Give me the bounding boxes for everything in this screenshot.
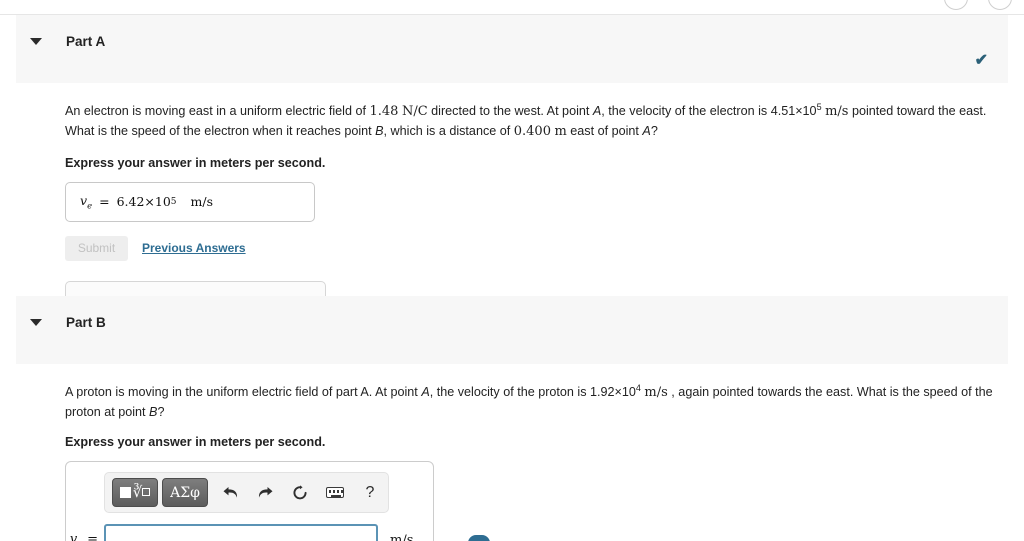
part-b-answer-input[interactable] [104,524,378,541]
part-b-question-text: A proton is moving in the uniform electr… [65,382,1017,421]
qa-field-unit: N/C [401,104,428,120]
help-question-icon[interactable]: ? [357,480,383,506]
qa-velocity-unit: m/s [825,104,849,120]
prev-circle-button[interactable] [944,0,968,10]
qa-field-value: 1.48 [369,104,399,120]
redo-arrow-icon[interactable] [252,480,278,506]
qb-lead: A proton is moving in the uniform electr… [65,385,422,400]
part-b-unit-label: m/s [390,533,414,541]
qa-distance-value: 0.400 [513,124,551,140]
qa-tail: east of point [566,124,643,139]
part-a-answer-exponent: 5 [170,196,177,207]
qb-velocity-mantissa: 1.92×10 [590,385,636,400]
part-b-body: A proton is moving in the uniform electr… [16,382,1008,541]
part-a-header[interactable]: Part A [16,15,1008,67]
qa-velocity-mantissa: 4.51×10 [770,104,817,119]
qb-velocity-exponent: 4 [635,383,641,393]
part-a-answer-field[interactable]: ve = 6.42×10 5 m/s [65,181,315,222]
part-a-question-text: An electron is moving east in a uniform … [65,101,1017,142]
part-b-answer-widget: ∛ ΑΣφ ? v = m/s [65,461,434,541]
math-template-icon[interactable]: ∛ [112,478,158,508]
math-toolbar: ∛ ΑΣφ ? [104,472,389,514]
part-a-answer-equals: = [99,194,110,210]
nth-root-glyph: ∛ [133,485,151,500]
qa-point-a2: A [642,124,651,139]
qa-mid2: , the velocity of the electron is [601,104,771,119]
greek-symbols-icon[interactable]: ΑΣφ [162,478,208,508]
part-a-body: An electron is moving east in a uniform … [16,101,1008,322]
part-a-section: Part A ✔ An electron is moving east in a… [16,15,1008,322]
part-a-answer-unit: m/s [190,194,214,210]
next-circle-button[interactable] [988,0,1012,10]
part-b-header-band [16,348,1008,364]
bottom-submit-button-cutoff[interactable] [468,535,490,541]
undo-arrow-icon[interactable] [217,480,243,506]
problem-page: Part A ✔ An electron is moving east in a… [0,0,1024,541]
qa-lead: An electron is moving east in a uniform … [65,104,370,119]
part-a-button-row: Submit Previous Answers [65,235,1008,261]
part-a-header-band [16,67,1008,83]
qa-mid1: directed to the west. At point [427,104,593,119]
keyboard-icon[interactable] [322,480,348,506]
part-b-title: Part B [66,314,106,330]
part-a-status-badge: ✔ [974,52,988,69]
qb-velocity-unit: m/s [644,385,668,401]
qa-velocity-exponent: 5 [816,102,822,112]
part-a-answer-variable: ve [80,192,93,212]
part-a-instruction: Express your answer in meters per second… [65,155,326,170]
qa-distance-unit: m [554,124,567,140]
qb-end: ? [157,405,165,420]
chevron-down-icon[interactable] [30,318,42,326]
part-b-instruction: Express your answer in meters per second… [65,435,326,450]
qa-mid4: , which is a distance of [383,124,514,139]
top-right-controls [944,0,1012,10]
part-a-answer-mantissa: 6.42×10 [116,194,171,210]
reset-circular-arrow-icon[interactable] [287,480,313,506]
greek-symbols-label: ΑΣφ [170,484,200,501]
submit-button[interactable]: Submit [65,235,128,261]
filled-square-glyph [119,487,131,499]
qa-end: ? [650,124,658,139]
help-label: ? [365,483,375,501]
part-a-title: Part A [66,33,106,49]
part-b-input-row: vp = m/s [66,524,435,541]
qb-point-a: A [421,385,430,400]
part-b-section: Part B A proton is moving in the uniform… [16,296,1008,541]
chevron-down-icon[interactable] [30,37,42,45]
qa-point-b: B [375,124,384,139]
top-chrome-strip [0,0,1024,15]
part-b-header[interactable]: Part B [16,296,1008,348]
previous-answers-link[interactable]: Previous Answers [142,241,246,255]
part-b-variable-label: vp = [69,531,98,541]
qb-mid1: , the velocity of the proton is [429,385,591,400]
